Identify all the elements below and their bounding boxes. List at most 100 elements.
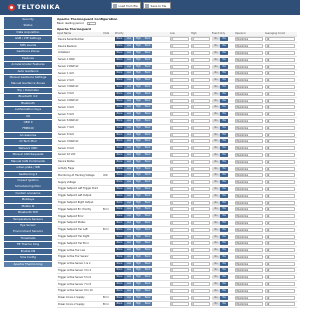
sidebar-item[interactable]: Bluetooth <box>4 100 52 107</box>
priority-option-button[interactable]: None <box>115 91 124 96</box>
averaging-input[interactable]: 10 <box>265 44 295 49</box>
event-only-yes-button[interactable]: Yes <box>220 275 228 280</box>
sidebar-item[interactable]: Manual CAN Requests <box>4 152 52 158</box>
priority-option-button[interactable]: None <box>115 200 124 205</box>
priority-option-button[interactable]: Panic <box>143 241 153 246</box>
priority-option-button[interactable]: Panic <box>143 57 153 62</box>
priority-option-button[interactable]: Panic <box>143 200 153 205</box>
priority-option-button[interactable]: High <box>133 248 143 253</box>
averaging-input[interactable]: 10 <box>265 241 295 246</box>
sidebar-item[interactable]: Data Acquisition <box>4 29 52 36</box>
event-only-yes-button[interactable]: Yes <box>220 105 228 110</box>
low-level-input[interactable]: 0 <box>170 139 189 144</box>
event-only-no-button[interactable]: No <box>212 302 220 307</box>
operand-select[interactable]: Monitoring <box>235 200 263 205</box>
event-only-yes-button[interactable]: Yes <box>220 302 228 307</box>
priority-option-button[interactable]: Panic <box>143 91 153 96</box>
averaging-input[interactable]: 10 <box>265 57 295 62</box>
high-level-input[interactable]: 0 <box>191 159 210 164</box>
high-level-input[interactable]: 0 <box>191 112 210 117</box>
priority-option-button[interactable]: None <box>115 248 124 253</box>
priority-option-button[interactable]: High <box>133 173 143 178</box>
sidebar-item[interactable]: Custom scenarios <box>4 190 52 197</box>
low-level-input[interactable]: 0 <box>170 159 189 164</box>
priority-option-button[interactable]: Low <box>124 234 134 239</box>
low-level-input[interactable]: 0 <box>170 241 189 246</box>
reading-period-select[interactable]: 1 <box>87 21 96 26</box>
operand-select[interactable]: Monitoring <box>235 288 263 293</box>
high-level-input[interactable]: 0 <box>191 275 210 280</box>
priority-option-button[interactable]: Panic <box>143 166 153 171</box>
event-only-yes-button[interactable]: Yes <box>220 50 228 55</box>
high-level-input[interactable]: 0 <box>191 125 210 130</box>
priority-option-button[interactable]: Low <box>124 302 134 307</box>
priority-option-button[interactable]: Panic <box>143 207 153 212</box>
high-level-input[interactable]: 0 <box>191 288 210 293</box>
priority-option-button[interactable]: Low <box>124 166 134 171</box>
priority-option-button[interactable]: None <box>115 139 124 144</box>
priority-option-button[interactable]: Low <box>124 159 134 164</box>
averaging-input[interactable]: 10 <box>265 180 295 185</box>
event-only-yes-button[interactable]: Yes <box>220 207 228 212</box>
sidebar-item[interactable]: Bluetooth TCP <box>4 210 52 216</box>
event-only-yes-button[interactable]: Yes <box>220 84 228 89</box>
averaging-input[interactable]: 10 <box>265 132 295 137</box>
priority-option-button[interactable]: High <box>133 159 143 164</box>
priority-option-button[interactable]: None <box>115 98 124 103</box>
sidebar-item[interactable]: Geofence Zones <box>4 49 52 55</box>
low-level-input[interactable]: 0 <box>170 152 189 157</box>
priority-option-button[interactable]: Low <box>124 91 134 96</box>
priority-option-button[interactable]: None <box>115 254 124 259</box>
sidebar-item[interactable]: Environment Sensors <box>4 229 52 236</box>
event-only-no-button[interactable]: No <box>212 254 220 259</box>
averaging-input[interactable]: 10 <box>265 193 295 198</box>
operand-select[interactable]: Monitoring <box>235 180 263 185</box>
priority-option-button[interactable]: Panic <box>143 288 153 293</box>
averaging-input[interactable]: 10 <box>265 214 295 219</box>
priority-option-button[interactable]: Low <box>124 57 134 62</box>
event-only-yes-button[interactable]: Yes <box>220 288 228 293</box>
priority-option-button[interactable]: High <box>133 98 143 103</box>
priority-option-button[interactable]: Panic <box>143 139 153 144</box>
event-only-yes-button[interactable]: Yes <box>220 125 228 130</box>
priority-option-button[interactable]: Low <box>124 44 134 49</box>
high-level-input[interactable]: 0 <box>191 261 210 266</box>
priority-option-button[interactable]: Panic <box>143 275 153 280</box>
event-only-no-button[interactable]: No <box>212 84 220 89</box>
sidebar-item[interactable]: TB Thermo King <box>4 242 52 248</box>
event-only-yes-button[interactable]: Yes <box>220 282 228 287</box>
low-level-input[interactable]: 0 <box>170 295 189 300</box>
priority-option-button[interactable]: None <box>115 207 124 212</box>
event-only-no-button[interactable]: No <box>212 91 220 96</box>
low-level-input[interactable]: 0 <box>170 64 189 69</box>
priority-option-button[interactable]: None <box>115 166 124 171</box>
high-level-input[interactable]: 0 <box>191 186 210 191</box>
priority-option-button[interactable]: Panic <box>143 282 153 287</box>
averaging-input[interactable]: 10 <box>265 112 295 117</box>
event-only-yes-button[interactable]: Yes <box>220 295 228 300</box>
operand-select[interactable]: Monitoring <box>235 275 263 280</box>
sidebar-item[interactable]: Network OBD <box>4 145 52 152</box>
event-only-yes-button[interactable]: Yes <box>220 241 228 246</box>
event-only-no-button[interactable]: No <box>212 261 220 266</box>
event-only-yes-button[interactable]: Yes <box>220 173 228 178</box>
priority-option-button[interactable]: Low <box>124 112 134 117</box>
averaging-input[interactable]: 10 <box>265 125 295 130</box>
priority-option-button[interactable]: High <box>133 152 143 157</box>
event-only-no-button[interactable]: No <box>212 105 220 110</box>
sidebar-item[interactable]: Impact Ignition <box>4 177 52 184</box>
priority-option-button[interactable]: Panic <box>143 64 153 69</box>
priority-option-button[interactable]: Low <box>124 105 134 110</box>
priority-option-button[interactable]: Low <box>124 207 134 212</box>
priority-option-button[interactable]: Low <box>124 241 134 246</box>
event-only-no-button[interactable]: No <box>212 98 220 103</box>
operand-select[interactable]: Monitoring <box>235 112 263 117</box>
high-level-input[interactable]: 0 <box>191 295 210 300</box>
high-level-input[interactable]: 0 <box>191 193 210 198</box>
priority-option-button[interactable]: High <box>133 84 143 89</box>
averaging-input[interactable]: 10 <box>265 200 295 205</box>
priority-option-button[interactable]: None <box>115 227 124 232</box>
sidebar-item[interactable]: Bluetooth 4.0 <box>4 94 52 100</box>
priority-option-button[interactable]: None <box>115 57 124 62</box>
priority-option-button[interactable]: High <box>133 166 143 171</box>
